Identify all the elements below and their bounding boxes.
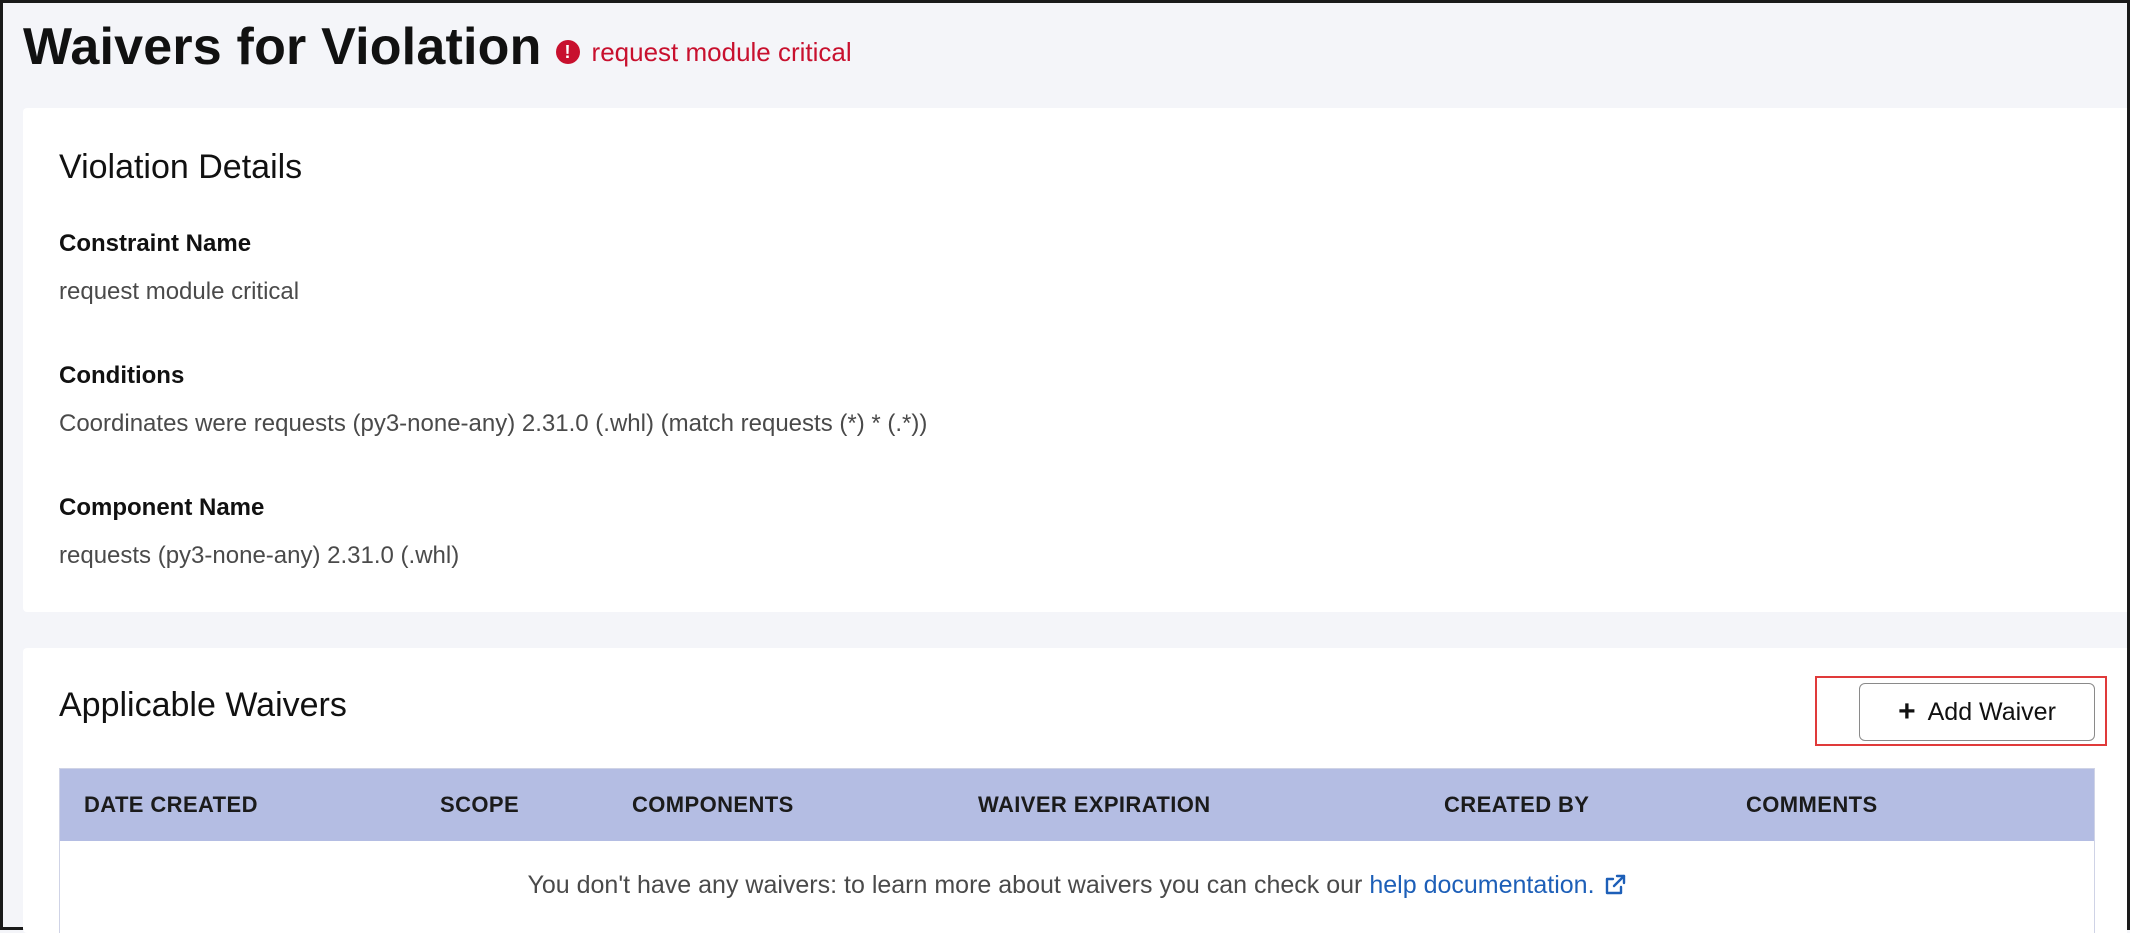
conditions-value: Coordinates were requests (py3-none-any)… bbox=[59, 410, 928, 437]
violation-tag: ! request module critical bbox=[555, 36, 852, 68]
waivers-table: DATE CREATED SCOPE COMPONENTS WAIVER EXP… bbox=[59, 768, 2095, 933]
external-link-icon[interactable] bbox=[1603, 873, 1627, 897]
add-waiver-label: Add Waiver bbox=[1927, 697, 2056, 726]
violation-details-title: Violation Details bbox=[59, 148, 303, 186]
empty-state-text: You don't have any waivers: to learn mor… bbox=[527, 870, 1363, 899]
column-comments[interactable]: COMMENTS bbox=[1746, 769, 1878, 841]
plus-icon: + bbox=[1898, 695, 1916, 728]
page-header: Waivers for Violation ! request module c… bbox=[23, 17, 852, 77]
applicable-waivers-title: Applicable Waivers bbox=[59, 686, 347, 724]
column-components[interactable]: COMPONENTS bbox=[632, 769, 794, 841]
table-header: DATE CREATED SCOPE COMPONENTS WAIVER EXP… bbox=[60, 769, 2094, 841]
constraint-name-value: request module critical bbox=[59, 278, 300, 305]
column-created-by[interactable]: CREATED BY bbox=[1444, 769, 1589, 841]
constraint-name-label: Constraint Name bbox=[59, 230, 252, 257]
page-title: Waivers for Violation bbox=[23, 18, 542, 76]
conditions-label: Conditions bbox=[59, 362, 185, 389]
component-name-label: Component Name bbox=[59, 494, 265, 521]
column-waiver-expiration[interactable]: WAIVER EXPIRATION bbox=[978, 769, 1211, 841]
violation-name: request module critical bbox=[591, 36, 852, 67]
column-scope[interactable]: SCOPE bbox=[440, 769, 519, 841]
violation-details-card: Violation Details Constraint Name reques… bbox=[23, 108, 2127, 612]
help-documentation-link[interactable]: help documentation. bbox=[1369, 871, 1594, 900]
empty-state-row: You don't have any waivers: to learn mor… bbox=[60, 841, 2094, 929]
exclamation-circle-icon: ! bbox=[555, 40, 580, 64]
component-name-value: requests (py3-none-any) 2.31.0 (.whl) bbox=[59, 542, 460, 569]
column-date-created[interactable]: DATE CREATED bbox=[84, 769, 258, 841]
add-waiver-button[interactable]: + Add Waiver bbox=[1859, 683, 2095, 741]
